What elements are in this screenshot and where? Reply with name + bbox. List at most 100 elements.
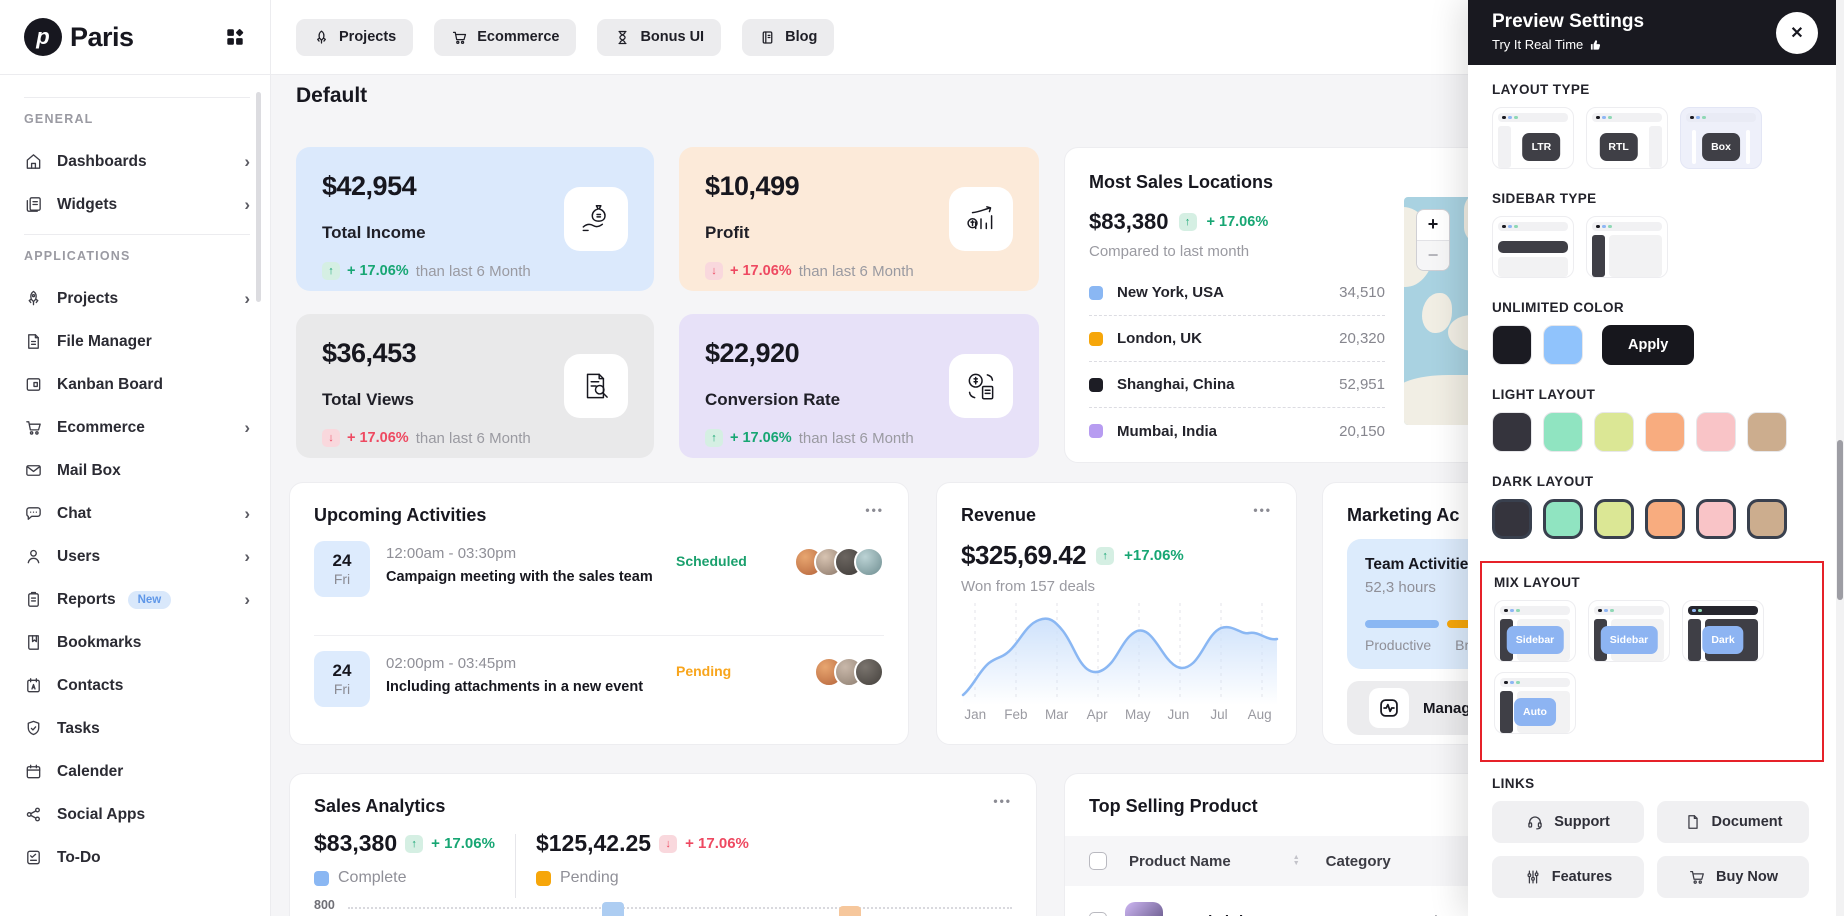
activity-description: Campaign meeting with the sales team	[386, 569, 653, 585]
preview-settings-panel: Preview Settings Try It Real Time ✕ LAYO…	[1468, 0, 1836, 916]
avatar[interactable]	[854, 657, 884, 687]
cart-icon	[451, 29, 468, 46]
sidebar-item-ecommerce[interactable]: Ecommerce›	[24, 406, 250, 449]
card-menu-button[interactable]: •••	[993, 794, 1012, 808]
apps-grid-icon[interactable]	[224, 26, 246, 48]
chat-icon	[24, 504, 43, 523]
map-zoom-out-button[interactable]: −	[1417, 240, 1449, 271]
sort-icon[interactable]: ▲▼	[1293, 855, 1300, 867]
close-button[interactable]: ✕	[1776, 12, 1818, 54]
sidebar-item-contacts[interactable]: Contacts	[24, 664, 250, 707]
cart-icon	[1688, 868, 1706, 886]
sidebar-item-projects[interactable]: Projects›	[24, 277, 250, 320]
nav-projects-button[interactable]: Projects	[296, 19, 413, 56]
logo-text[interactable]: Paris	[70, 22, 134, 53]
dark-color-swatch[interactable]	[1696, 499, 1736, 539]
dark-color-swatch[interactable]	[1543, 499, 1583, 539]
avatar-group	[824, 657, 884, 687]
trend-up-icon: ↑	[405, 835, 423, 853]
sidebar-type-horizontal[interactable]	[1492, 216, 1574, 278]
productive-bar	[1365, 620, 1439, 628]
card-menu-button[interactable]: •••	[865, 503, 884, 517]
light-color-swatch[interactable]	[1696, 412, 1736, 452]
legend-swatch	[1089, 378, 1103, 392]
support-link-button[interactable]: Support	[1492, 801, 1644, 843]
mix-option-dark[interactable]: Dark	[1682, 600, 1764, 662]
unlimited-color-blue-swatch[interactable]	[1543, 325, 1583, 365]
sidebar-item-mail-box[interactable]: Mail Box	[24, 449, 250, 492]
sidebar-item-calender[interactable]: Calender	[24, 750, 250, 793]
column-category[interactable]: Category	[1326, 853, 1391, 870]
x-axis-labels: JanFeb MarApr MayJun JulAug	[955, 707, 1280, 722]
column-product-name[interactable]: Product Name	[1129, 853, 1231, 870]
headset-icon	[1526, 813, 1544, 831]
divider	[24, 234, 250, 235]
sidebar-type-vertical[interactable]	[1586, 216, 1668, 278]
hourglass-icon	[614, 29, 631, 46]
layout-option-rtl[interactable]: RTL	[1586, 107, 1668, 169]
mix-option-auto[interactable]: Auto	[1494, 672, 1576, 734]
sidebar-item-to-do[interactable]: To-Do	[24, 836, 250, 879]
sidebar-item-file-manager[interactable]: File Manager	[24, 320, 250, 363]
map-zoom-in-button[interactable]: +	[1417, 210, 1449, 240]
notebook-icon	[759, 29, 776, 46]
chevron-right-icon: ›	[244, 289, 250, 309]
features-link-button[interactable]: Features	[1492, 856, 1644, 898]
share-icon	[24, 805, 43, 824]
pending-stat: $125,42.25 ↓ + 17.06% Pending	[536, 830, 749, 887]
mix-option-sidebar-2[interactable]: Sidebar	[1588, 600, 1670, 662]
kanban-icon	[24, 375, 43, 394]
sidebar-item-users[interactable]: Users›	[24, 535, 250, 578]
profit-chart-icon	[949, 187, 1013, 251]
dark-color-swatch[interactable]	[1747, 499, 1787, 539]
section-heading: SIDEBAR TYPE	[1492, 191, 1812, 206]
nav-bonus-ui-button[interactable]: Bonus UI	[597, 19, 721, 56]
date-box: 24 Fri	[314, 541, 370, 597]
dark-color-swatch[interactable]	[1645, 499, 1685, 539]
light-color-swatch[interactable]	[1492, 412, 1532, 452]
document-link-button[interactable]: Document	[1657, 801, 1809, 843]
new-badge: New	[128, 591, 172, 609]
nav-ecommerce-button[interactable]: Ecommerce	[434, 19, 576, 56]
light-color-swatch[interactable]	[1543, 412, 1583, 452]
revenue-line-chart	[955, 595, 1280, 705]
dark-color-swatch[interactable]	[1492, 499, 1532, 539]
activity-time: 02:00pm - 03:45pm	[386, 655, 516, 672]
activity-time: 12:00am - 03:30pm	[386, 545, 516, 562]
unlimited-color-dark-swatch[interactable]	[1492, 325, 1532, 365]
rocket-icon	[313, 29, 330, 46]
sidebar-item-chat[interactable]: Chat›	[24, 492, 250, 535]
sidebar-scrollbar[interactable]	[256, 92, 261, 302]
mail-icon	[24, 461, 43, 480]
dark-color-swatch[interactable]	[1594, 499, 1634, 539]
light-color-swatch[interactable]	[1747, 412, 1787, 452]
location-row: Shanghai, China 52,951	[1089, 362, 1385, 408]
chevron-right-icon: ›	[244, 152, 250, 172]
select-all-checkbox[interactable]	[1089, 852, 1107, 870]
sidebar-item-social-apps[interactable]: Social Apps	[24, 793, 250, 836]
avatar[interactable]	[854, 547, 884, 577]
bar-complete	[602, 902, 624, 916]
dashboard-screen: p Paris GENERAL Dashboards› Widgets› APP…	[0, 0, 1844, 916]
nav-blog-button[interactable]: Blog	[742, 19, 834, 56]
scrollbar-thumb[interactable]	[1837, 440, 1843, 600]
layout-option-box[interactable]: Box	[1680, 107, 1762, 169]
apply-button[interactable]: Apply	[1602, 325, 1694, 365]
map-zoom-control: + −	[1416, 209, 1450, 271]
sidebar-item-widgets[interactable]: Widgets›	[24, 183, 250, 226]
page-scrollbar[interactable]	[1836, 0, 1844, 916]
sidebar-item-bookmarks[interactable]: Bookmarks	[24, 621, 250, 664]
row-checkbox[interactable]	[1089, 912, 1107, 916]
sidebar-item-kanban-board[interactable]: Kanban Board	[24, 363, 250, 406]
paris-logo-icon[interactable]: p	[24, 18, 62, 56]
sidebar-item-reports[interactable]: Reports New ›	[24, 578, 250, 621]
light-color-swatch[interactable]	[1645, 412, 1685, 452]
light-color-swatch[interactable]	[1594, 412, 1634, 452]
layout-option-ltr[interactable]: LTR	[1492, 107, 1574, 169]
sidebar-item-tasks[interactable]: Tasks	[24, 707, 250, 750]
section-heading: UNLIMITED COLOR	[1492, 300, 1812, 315]
sidebar-item-dashboards[interactable]: Dashboards›	[24, 140, 250, 183]
mix-option-sidebar-1[interactable]: Sidebar	[1494, 600, 1576, 662]
buy-now-link-button[interactable]: Buy Now	[1657, 856, 1809, 898]
card-menu-button[interactable]: •••	[1253, 503, 1272, 517]
